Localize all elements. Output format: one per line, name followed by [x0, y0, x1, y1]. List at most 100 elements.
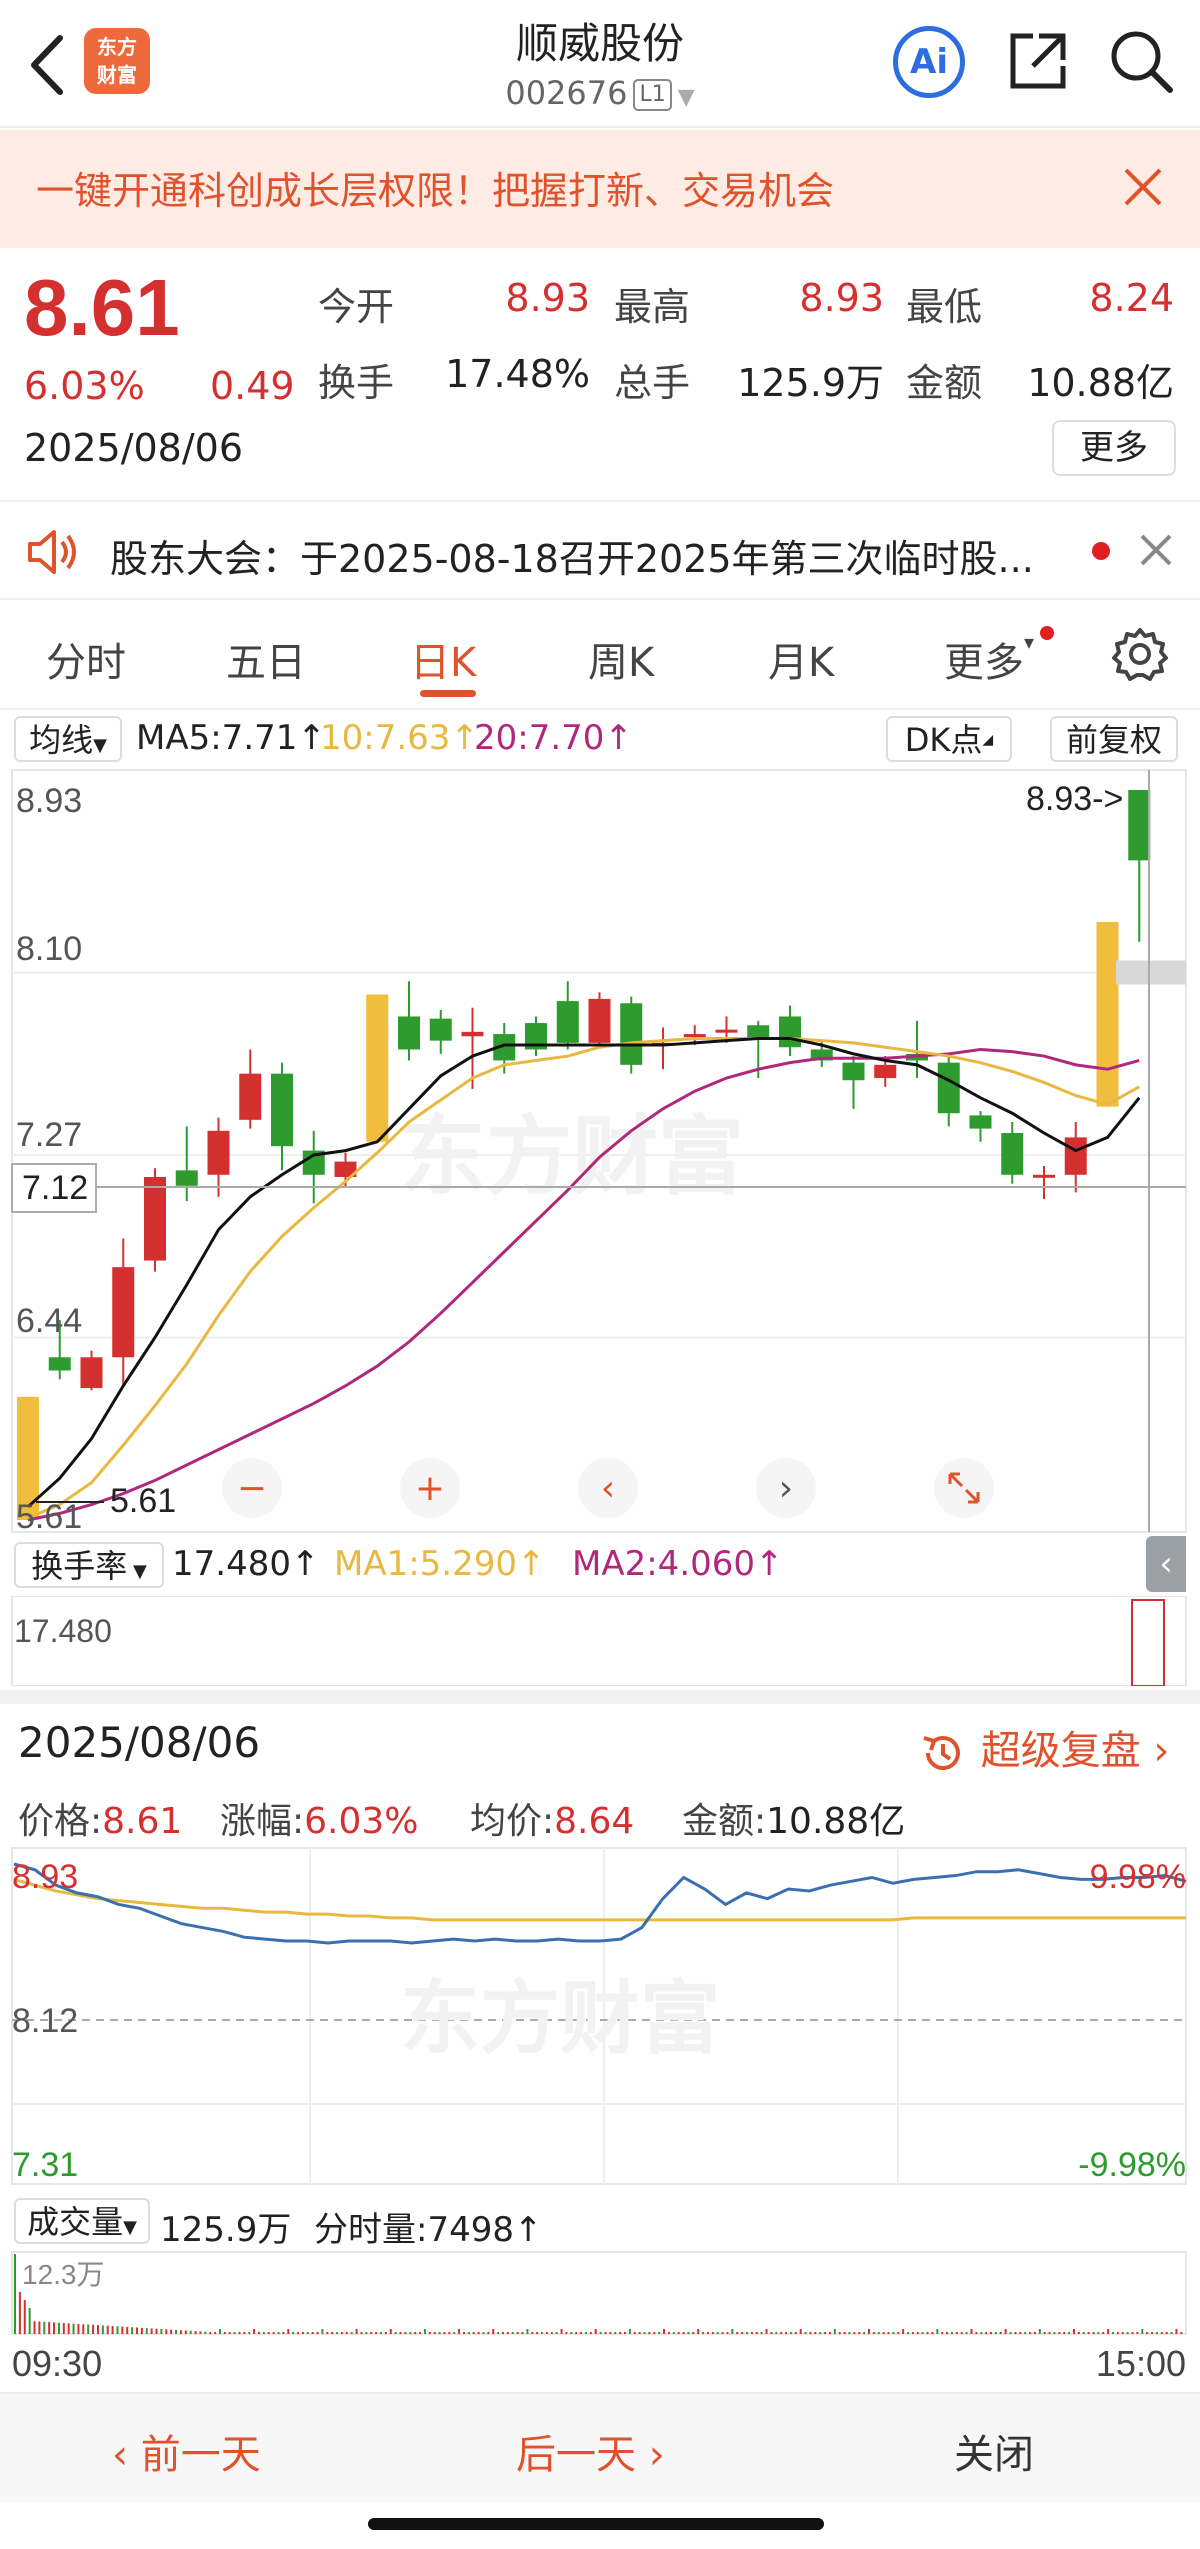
candle-body [112, 1267, 135, 1358]
tab-weekly-k[interactable]: 周K [588, 630, 654, 688]
volume-bar [921, 2332, 924, 2334]
volume-bar [179, 2330, 182, 2334]
volume-bar [799, 2329, 802, 2334]
volume-bar [1102, 2332, 1105, 2334]
volume-bar [907, 2332, 910, 2334]
volume-bar [96, 2325, 99, 2334]
super-replay-label: 超级复盘 [980, 1728, 1141, 1774]
next-day-button[interactable]: 后一天 › [516, 2422, 665, 2480]
volume-bar [780, 2332, 783, 2334]
minus-icon: − [237, 1468, 267, 1509]
volume-indicator-row: 成交量▼ 125.9万 分时量:7498↑ [0, 2194, 1200, 2250]
intraday-chart[interactable]: 东方财富 8.93 8.12 7.31 9.98% -9.98% [0, 1846, 1200, 2186]
volume-bar [57, 2322, 60, 2334]
volume-bar [360, 2332, 363, 2334]
candle-body [461, 1031, 484, 1037]
tab-minute[interactable]: 分时 [46, 630, 126, 688]
kline-ma-lines [26, 960, 1186, 1522]
volume-bar [92, 2324, 95, 2334]
fullscreen-button[interactable] [934, 1458, 994, 1518]
volume-bar [394, 2332, 397, 2334]
tab-daily-k[interactable]: 日K [410, 630, 476, 688]
turnover-selector[interactable]: 换手率 ▼ [14, 1542, 164, 1588]
volume-bar [453, 2332, 456, 2334]
adjust-mode-button[interactable]: 前复权 [1050, 716, 1178, 762]
volume-bar [189, 2330, 192, 2334]
intraday-y-top: 8.93 [12, 1858, 78, 1896]
turnover-rate-text: 17.480 [172, 1544, 291, 1584]
detail-price: 价格:8.61 [18, 1792, 182, 1844]
low-label: 最低 [906, 285, 983, 329]
tab-monthly-k[interactable]: 月K [768, 630, 834, 688]
volume-bar [82, 2324, 85, 2334]
close-button[interactable]: 关闭 [954, 2422, 1034, 2480]
candle-body [175, 1170, 198, 1186]
volume-bar [643, 2332, 646, 2334]
caret-down-icon: ▼ [93, 735, 107, 756]
volume-selector[interactable]: 成交量▼ [14, 2198, 150, 2244]
volume-bar [316, 2332, 319, 2334]
volume-bar [248, 2332, 251, 2334]
detail-price-value: 8.61 [102, 1801, 183, 1842]
tab-more[interactable]: 更多▾ [944, 630, 1034, 688]
notice-bar[interactable]: 股东大会：于2025-08-18召开2025年第三次临时股... [0, 500, 1200, 600]
turnover-ma1-text: MA1:5.290 [334, 1544, 518, 1584]
volume-bar [706, 2332, 709, 2334]
volume-bar [77, 2323, 80, 2334]
close-icon[interactable] [1136, 530, 1176, 570]
super-replay-link[interactable]: 超级复盘 › [918, 1718, 1169, 1778]
volume-bar [38, 2321, 41, 2334]
candle-body [588, 998, 611, 1043]
volume-bar [975, 2332, 978, 2334]
volume-bar [999, 2332, 1002, 2334]
ai-assistant-button[interactable]: Ai [893, 26, 965, 98]
share-icon[interactable] [1005, 28, 1071, 94]
volume-bar [697, 2329, 700, 2334]
level-badge: L1 [633, 79, 672, 111]
volume-bar [521, 2332, 524, 2334]
promo-banner[interactable]: 一键开通科创成长层权限！把握打新、交易机会 [0, 130, 1200, 248]
volume-bar [770, 2332, 773, 2334]
prev-day-button[interactable]: ‹ 前一天 [112, 2422, 261, 2480]
volume-bar [194, 2331, 197, 2334]
ma-indicator-row: 均线▼ MA5:7.71↑ 10:7.63↑ 20:7.70↑ DK点◢ 前复权 [0, 712, 1200, 766]
volume-bar [101, 2325, 104, 2334]
volume-bar [843, 2332, 846, 2334]
kline-chart[interactable]: 东方财富 8.93 8.10 7.27 6.44 5.61 7.12 8.93-… [0, 766, 1200, 1536]
intraday-pct-bottom: -9.98% [1078, 2146, 1186, 2184]
volume-bar [1029, 2332, 1032, 2334]
app-header: 东方 财富 顺威股份 002676 L1 ▼ Ai [0, 0, 1200, 128]
volume-bar [502, 2332, 504, 2334]
speaker-icon [28, 530, 76, 574]
volume-bar [555, 2332, 558, 2334]
tab-five-day[interactable]: 五日 [226, 630, 306, 688]
volume-bar [575, 2332, 578, 2334]
volume-frame [11, 2251, 1187, 2335]
collapse-panel-button[interactable]: ‹ [1146, 1536, 1186, 1592]
dk-point-button[interactable]: DK点◢ [886, 716, 1012, 762]
volume-bar [980, 2332, 983, 2334]
volume-bar [658, 2332, 661, 2334]
volume-bar [1126, 2332, 1129, 2334]
volume-bar [960, 2332, 963, 2334]
close-icon[interactable] [1118, 162, 1168, 212]
more-quote-button[interactable]: 更多 [1052, 420, 1176, 476]
gear-icon[interactable] [1110, 624, 1170, 684]
volume-bar [433, 2332, 436, 2334]
ma20-text: 20:7.70 [474, 718, 605, 758]
volume-bar [1155, 2332, 1158, 2334]
volume-bar [1072, 2329, 1075, 2334]
volume-bar [584, 2332, 587, 2334]
minute-volume-text: 分时量:7498 [314, 2210, 514, 2250]
volume-bar [692, 2332, 695, 2334]
candle-body [715, 1029, 738, 1033]
intraday-y-bottom: 7.31 [12, 2146, 78, 2184]
volume-bar [72, 2323, 75, 2334]
search-icon[interactable] [1108, 28, 1174, 94]
candle-body [429, 1018, 452, 1041]
volume-bar [355, 2329, 358, 2334]
low-value: 8.24 [1089, 276, 1174, 320]
y-axis-label-bottom: 5.61 [16, 1498, 82, 1536]
ma-selector[interactable]: 均线▼ [14, 716, 122, 762]
volume-bar [672, 2332, 675, 2334]
